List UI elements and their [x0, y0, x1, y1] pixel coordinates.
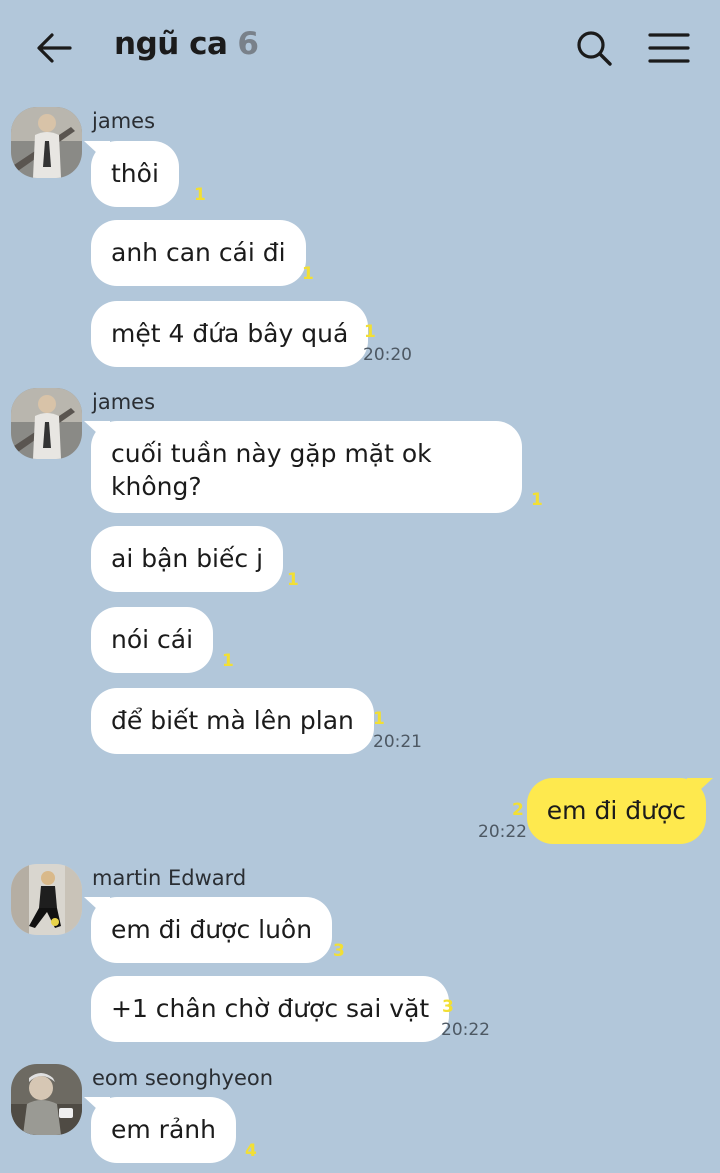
- unread-count: 1: [222, 651, 234, 671]
- message-text: em rảnh: [111, 1115, 216, 1144]
- my-message-bubble[interactable]: em đi được: [526, 778, 706, 844]
- message-text: em đi được: [546, 796, 686, 825]
- message-bubble[interactable]: +1 chân chờ được sai vặt: [91, 976, 450, 1042]
- unread-count: 1: [287, 570, 299, 590]
- message-time: 20:22: [441, 1020, 490, 1040]
- message-text: anh can cái đi: [111, 238, 286, 267]
- avatar-martin-edward[interactable]: [11, 864, 82, 935]
- chat-header: ngũ ca 6: [0, 0, 720, 95]
- unread-count: 3: [442, 997, 454, 1017]
- avatar-james[interactable]: [11, 388, 82, 459]
- message-bubble[interactable]: ai bận biếc j: [91, 526, 284, 592]
- unread-count: 1: [373, 709, 385, 729]
- search-icon: [577, 31, 612, 66]
- chat-room-name: ngũ ca: [114, 26, 228, 62]
- sender-name: james: [92, 390, 156, 414]
- avatar-eom-seonghyeon[interactable]: [11, 1064, 82, 1135]
- message-bubble[interactable]: em rảnh: [91, 1097, 236, 1163]
- chat-title: ngũ ca 6: [114, 26, 259, 62]
- message-text: ai bận biếc j: [111, 544, 264, 573]
- menu-button[interactable]: [648, 28, 690, 68]
- back-button[interactable]: [34, 28, 74, 68]
- unread-count: 2: [512, 800, 524, 820]
- message-text: cuối tuần này gặp mặt ok không?: [111, 439, 432, 501]
- message-text: em đi được luôn: [111, 915, 313, 944]
- message-text: thôi: [111, 159, 159, 188]
- profile-photo-icon: [11, 864, 82, 935]
- message-text: nói cái: [111, 625, 194, 654]
- profile-photo-icon: [11, 107, 82, 178]
- hamburger-menu-icon: [648, 33, 690, 63]
- avatar-james[interactable]: [11, 107, 82, 178]
- message-text: để biết mà lên plan: [111, 706, 354, 735]
- message-text: mệt 4 đứa bây quá: [111, 319, 349, 348]
- message-bubble[interactable]: anh can cái đi: [91, 220, 306, 286]
- message-bubble[interactable]: để biết mà lên plan: [91, 688, 374, 754]
- unread-count: 1: [364, 322, 376, 342]
- message-bubble[interactable]: mệt 4 đứa bây quá: [91, 301, 369, 367]
- sender-name: eom seonghyeon: [92, 1066, 274, 1090]
- message-time: 20:21: [373, 732, 422, 752]
- sender-name: james: [92, 109, 156, 133]
- arrow-left-icon: [37, 33, 72, 63]
- unread-count: 1: [531, 490, 543, 510]
- unread-count: 1: [194, 185, 206, 205]
- member-count: 6: [237, 26, 259, 62]
- message-time: 20:20: [363, 345, 412, 365]
- search-button[interactable]: [574, 28, 614, 68]
- profile-photo-icon: [11, 1064, 82, 1135]
- unread-count: 4: [245, 1141, 257, 1161]
- message-bubble[interactable]: em đi được luôn: [91, 897, 333, 963]
- message-bubble[interactable]: cuối tuần này gặp mặt ok không?: [91, 421, 522, 513]
- unread-count: 3: [333, 941, 345, 961]
- message-text: +1 chân chờ được sai vặt: [111, 994, 430, 1023]
- sender-name: martin Edward: [92, 866, 247, 890]
- message-bubble[interactable]: thôi: [91, 141, 179, 207]
- unread-count: 1: [302, 264, 314, 284]
- profile-photo-icon: [11, 388, 82, 459]
- message-bubble[interactable]: nói cái: [91, 607, 214, 673]
- message-time: 20:22: [478, 822, 527, 842]
